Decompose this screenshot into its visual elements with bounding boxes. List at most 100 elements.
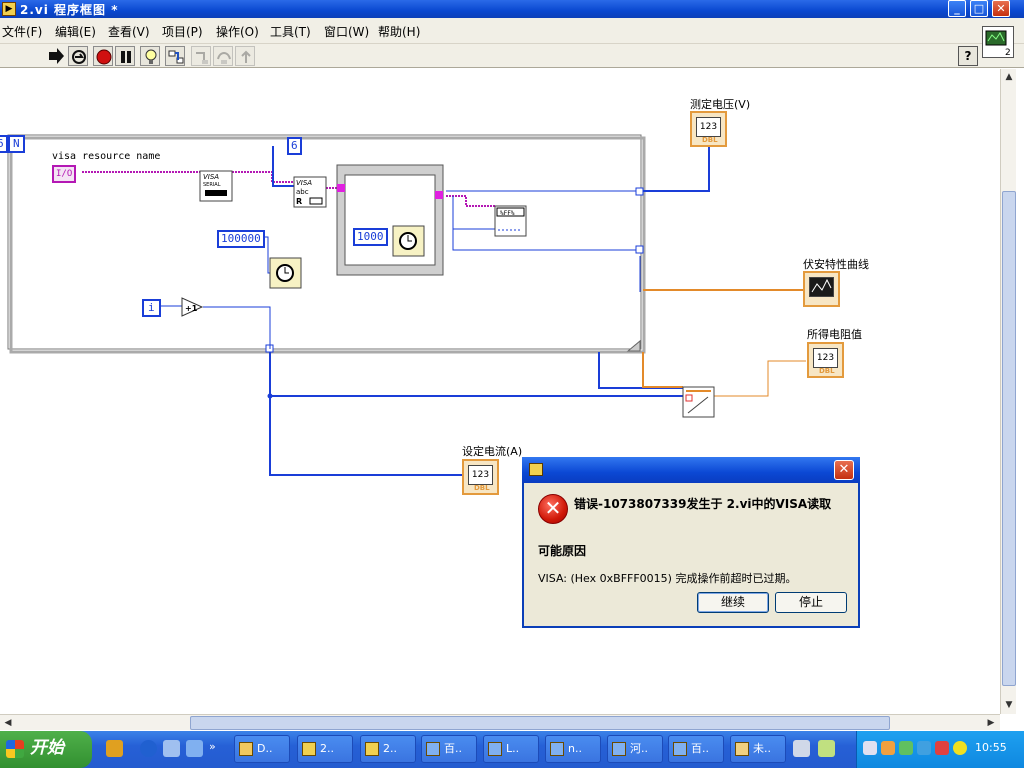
menu-file[interactable]: 文件(F) bbox=[2, 23, 42, 40]
svg-text:abc: abc bbox=[296, 188, 309, 196]
tray-icon-5[interactable] bbox=[935, 741, 949, 755]
ie-window-icon bbox=[673, 742, 687, 756]
keyboard-icon[interactable] bbox=[793, 740, 810, 757]
numeric-constant-1000[interactable]: 1000 bbox=[353, 228, 388, 246]
labview-dialog-icon bbox=[529, 463, 543, 476]
taskbar-item-7[interactable]: 河.. bbox=[607, 735, 663, 763]
tray-icon-2[interactable] bbox=[881, 741, 895, 755]
battery-icon[interactable] bbox=[818, 740, 835, 757]
error-heading: 错误-1073807339发生于 2.vi中的VISA读取 bbox=[574, 497, 832, 511]
step-into-icon[interactable] bbox=[191, 46, 211, 66]
horizontal-scrollbar[interactable]: ◀ ▶ bbox=[0, 714, 1000, 730]
stop-button[interactable]: 停止 bbox=[775, 592, 847, 613]
visa-resource-label: visa resource name bbox=[52, 151, 161, 162]
tray-icon-4[interactable] bbox=[917, 741, 931, 755]
run-arrow-icon[interactable] bbox=[46, 46, 66, 66]
resistance-type: DBL bbox=[819, 367, 835, 375]
taskbar-item-2[interactable]: 2.. bbox=[297, 735, 353, 763]
measured-voltage-indicator[interactable]: 123 DBL bbox=[690, 111, 727, 147]
scroll-down-icon[interactable]: ▼ bbox=[1002, 698, 1016, 712]
svg-text:VISA: VISA bbox=[296, 179, 312, 187]
labview-icon bbox=[365, 742, 379, 756]
taskbar-item-9[interactable]: 未.. bbox=[730, 735, 786, 763]
quicklaunch-icon-3[interactable] bbox=[163, 740, 180, 757]
step-over-icon[interactable] bbox=[213, 46, 233, 66]
taskbar-item-1[interactable]: D.. bbox=[234, 735, 290, 763]
vertical-scrollbar[interactable]: ▲ ▼ bbox=[1000, 69, 1016, 714]
measured-voltage-label: 测定电压(V) bbox=[690, 98, 751, 111]
quicklaunch-icon-1[interactable] bbox=[106, 740, 123, 757]
error-dialog: ✕ ✕ 错误-1073807339发生于 2.vi中的VISA读取 可能原因 V… bbox=[522, 457, 860, 628]
menu-bar: 文件(F) 编辑(E) 查看(V) 项目(P) 操作(O) 工具(T) 窗口(W… bbox=[0, 18, 1024, 44]
highlight-execution-icon[interactable] bbox=[140, 46, 160, 66]
set-current-type: DBL bbox=[474, 484, 490, 492]
pause-icon[interactable] bbox=[115, 46, 135, 66]
run-continuous-icon[interactable] bbox=[68, 46, 88, 66]
taskbar-item-6[interactable]: n.. bbox=[545, 735, 601, 763]
abort-icon[interactable] bbox=[93, 46, 113, 66]
tray-icon-1[interactable] bbox=[863, 741, 877, 755]
set-current-indicator[interactable]: 123 DBL bbox=[462, 459, 499, 495]
scroll-up-icon[interactable]: ▲ bbox=[1002, 70, 1016, 84]
menu-help[interactable]: 帮助(H) bbox=[378, 23, 420, 40]
menu-edit[interactable]: 编辑(E) bbox=[55, 23, 96, 40]
horizontal-scroll-thumb[interactable] bbox=[190, 716, 890, 730]
ie-icon[interactable] bbox=[140, 740, 157, 757]
vi-icon[interactable]: 2 bbox=[982, 26, 1014, 58]
clock: 10:55 bbox=[975, 741, 1007, 754]
scroll-right-icon[interactable]: ▶ bbox=[984, 716, 998, 730]
svg-text:+1: +1 bbox=[185, 304, 198, 313]
loop-count-terminal[interactable]: N bbox=[8, 135, 25, 153]
measured-voltage-value: 123 bbox=[696, 117, 721, 137]
maximize-button[interactable]: □ bbox=[970, 0, 988, 17]
tray-icon-6[interactable] bbox=[953, 741, 967, 755]
folder-icon bbox=[239, 742, 253, 756]
graph-icon bbox=[809, 277, 834, 297]
ie-window-icon bbox=[488, 742, 502, 756]
minimize-button[interactable]: _ bbox=[948, 0, 966, 17]
windows-logo-icon bbox=[6, 740, 24, 758]
resistance-indicator[interactable]: 123 DBL bbox=[807, 342, 844, 378]
scroll-left-icon[interactable]: ◀ bbox=[1, 716, 15, 730]
dialog-title-bar: ✕ bbox=[522, 457, 860, 483]
quicklaunch-icon-4[interactable] bbox=[186, 740, 203, 757]
svg-text:%FF%: %FF% bbox=[500, 210, 515, 217]
menu-window[interactable]: 窗口(W) bbox=[324, 23, 369, 40]
resistance-value: 123 bbox=[813, 348, 838, 368]
ie-window-icon bbox=[426, 742, 440, 756]
error-subheading: 可能原因 bbox=[538, 544, 587, 558]
vertical-scroll-thumb[interactable] bbox=[1002, 191, 1016, 686]
menu-tools[interactable]: 工具(T) bbox=[270, 23, 311, 40]
context-help-button[interactable]: ? bbox=[958, 46, 978, 66]
measured-voltage-type: DBL bbox=[702, 136, 718, 144]
svg-text:2: 2 bbox=[1005, 48, 1011, 57]
loop-iteration-terminal[interactable]: i bbox=[142, 299, 161, 317]
step-out-icon[interactable] bbox=[235, 46, 255, 66]
quicklaunch-more-icon[interactable]: » bbox=[209, 740, 226, 757]
continue-button[interactable]: 继续 bbox=[697, 592, 769, 613]
svg-text:VISA: VISA bbox=[203, 173, 219, 181]
dialog-close-button[interactable]: ✕ bbox=[834, 460, 854, 480]
numeric-constant-100000[interactable]: 100000 bbox=[217, 230, 265, 248]
menu-view[interactable]: 查看(V) bbox=[108, 23, 150, 40]
start-button[interactable]: 开始 bbox=[0, 731, 92, 768]
menu-project[interactable]: 项目(P) bbox=[162, 23, 203, 40]
va-curve-graph-indicator[interactable] bbox=[803, 271, 840, 307]
taskbar-item-3[interactable]: 2.. bbox=[360, 735, 416, 763]
ie-window-icon bbox=[550, 742, 564, 756]
visa-resource-constant[interactable]: I/O bbox=[52, 165, 77, 183]
paint-icon bbox=[735, 742, 749, 756]
svg-text:R: R bbox=[296, 197, 302, 206]
numeric-constant-6[interactable]: 6 bbox=[287, 137, 302, 155]
set-current-value: 123 bbox=[468, 465, 493, 485]
taskbar-item-5[interactable]: L.. bbox=[483, 735, 539, 763]
taskbar-item-4[interactable]: 百.. bbox=[421, 735, 477, 763]
close-button[interactable]: ✕ bbox=[992, 0, 1010, 17]
retain-wire-values-icon[interactable] bbox=[165, 46, 185, 66]
taskbar-item-8[interactable]: 百.. bbox=[668, 735, 724, 763]
tray-icon-3[interactable] bbox=[899, 741, 913, 755]
toolbar: ? bbox=[0, 44, 1024, 68]
error-icon: ✕ bbox=[538, 494, 568, 524]
loop-count-wire-value: 6 bbox=[0, 135, 8, 153]
menu-operate[interactable]: 操作(O) bbox=[216, 23, 259, 40]
